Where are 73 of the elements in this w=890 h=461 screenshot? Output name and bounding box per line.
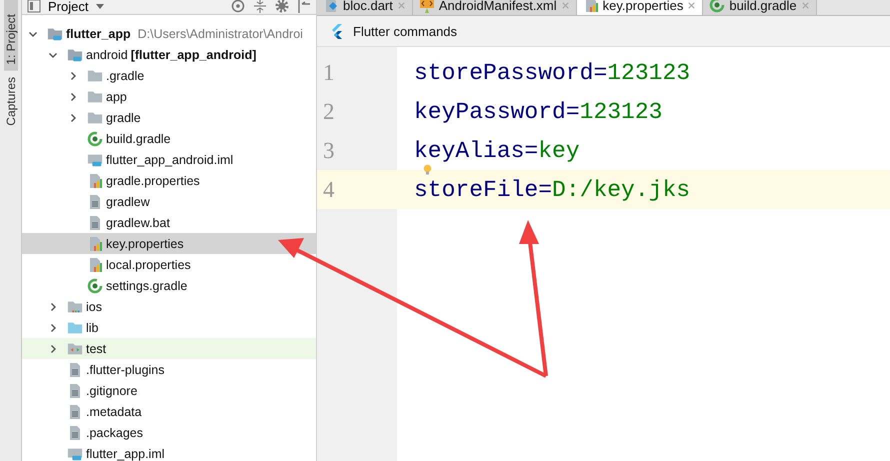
editor-tab[interactable]: key.properties	[576, 0, 704, 15]
tree-item[interactable]: local.properties	[22, 254, 316, 275]
chevron-right-icon[interactable]	[48, 344, 58, 354]
tool-window-tab[interactable]: Captures	[4, 70, 18, 132]
collapse-icon[interactable]	[252, 0, 268, 14]
text-file-icon	[67, 404, 83, 420]
tree-item[interactable]: .metadata	[22, 401, 316, 422]
text-file-icon	[87, 194, 103, 210]
chevron-right-icon[interactable]	[68, 92, 78, 102]
tree-item[interactable]: test	[22, 338, 316, 359]
properties-file-icon	[87, 236, 103, 252]
tree-item[interactable]: gradlew	[22, 191, 316, 212]
tree-item[interactable]: app	[22, 86, 316, 107]
line-number: 1	[322, 60, 336, 86]
settings-icon[interactable]	[274, 0, 290, 14]
chevron-right-icon[interactable]	[48, 322, 58, 332]
tree-item[interactable]: gradle	[22, 107, 316, 128]
editor-tab[interactable]: AndroidManifest.xml	[412, 0, 577, 15]
module-folder-icon	[67, 46, 83, 62]
line-number: 3	[322, 138, 336, 164]
dart-file-icon	[323, 0, 339, 13]
tree-item[interactable]: lib	[22, 317, 316, 338]
chevron-right-icon[interactable]	[68, 112, 78, 122]
folder-icon	[87, 110, 103, 126]
code-line: storePassword=123123	[414, 60, 690, 86]
iml-file-icon	[87, 152, 103, 168]
tree-item[interactable]: .gradle	[22, 65, 316, 86]
project-view-icon	[26, 0, 42, 14]
tree-item[interactable]: .flutter-plugins	[22, 359, 316, 380]
tree-item[interactable]: key.properties	[22, 233, 316, 254]
module-folder-icon	[47, 26, 63, 42]
tree-item[interactable]: flutter_app D:\Users\Administrator\Androi	[22, 23, 316, 44]
tree-item[interactable]: flutter_app.iml	[22, 443, 316, 461]
caret-icon[interactable]	[96, 4, 104, 8]
code-line: keyAlias=key	[414, 138, 580, 164]
editor-tab[interactable]: bloc.dart	[317, 0, 413, 15]
toolbar-label[interactable]: Flutter commands	[353, 24, 458, 38]
iml-file-icon	[67, 446, 83, 461]
line-number: 2	[322, 98, 336, 124]
code-line: storeFile=D:/key.jks	[414, 176, 690, 202]
text-file-icon	[67, 362, 83, 378]
tool-window-tab[interactable]: 1: Project	[4, 0, 18, 71]
tree-item[interactable]: gradlew.bat	[22, 212, 316, 233]
tree-item[interactable]: ios	[22, 296, 316, 317]
text-file-icon	[67, 424, 83, 440]
chevron-right-icon[interactable]	[68, 70, 78, 80]
properties-file-icon	[87, 256, 103, 272]
code-line: keyPassword=123123	[414, 98, 662, 124]
tree-item[interactable]: gradle.properties	[22, 170, 316, 191]
editor-tab[interactable]: build.gradle	[703, 0, 817, 15]
line-number: 4	[322, 176, 336, 202]
chevron-right-icon[interactable]	[48, 302, 58, 312]
target-icon[interactable]	[230, 0, 246, 14]
tree-item[interactable]: .gitignore	[22, 380, 316, 401]
view-dropdown[interactable]: Project	[48, 0, 104, 14]
gradle-icon	[709, 0, 726, 13]
test-folder-icon	[67, 340, 83, 356]
folder-icon	[87, 88, 103, 104]
gradle-icon	[87, 130, 103, 146]
tree-item[interactable]: flutter_app_android.iml	[22, 149, 316, 170]
xml-file-icon	[418, 0, 435, 13]
properties-file-icon	[87, 172, 103, 188]
folder-icon	[87, 68, 103, 84]
tree-item[interactable]: build.gradle	[22, 128, 316, 149]
folder-icon	[67, 298, 83, 314]
text-file-icon	[87, 214, 103, 230]
hide-icon[interactable]	[296, 0, 312, 14]
folder-icon	[67, 320, 83, 336]
gradle-icon	[87, 278, 103, 294]
tree-item[interactable]: settings.gradle	[22, 275, 316, 296]
text-file-icon	[67, 382, 83, 398]
tree-item[interactable]: android [flutter_app_android]	[22, 44, 316, 65]
tree-item[interactable]: .packages	[22, 422, 316, 443]
